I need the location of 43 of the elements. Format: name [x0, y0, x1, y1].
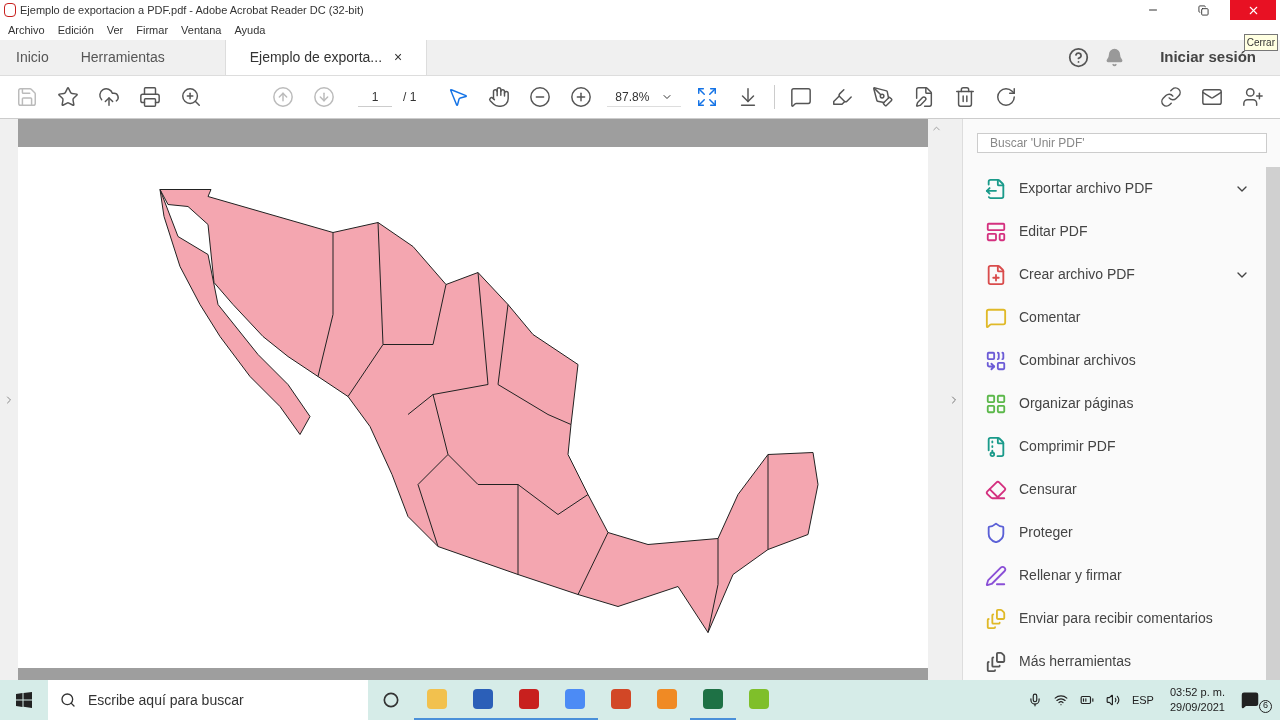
wifi-icon[interactable]	[1053, 693, 1068, 707]
tool-item[interactable]: Rellenar y firmar	[977, 554, 1266, 597]
tool-item[interactable]: Enviar para recibir comentarios	[977, 597, 1266, 640]
volume-icon[interactable]	[1105, 693, 1120, 707]
zoom-dropdown[interactable]: 87.8%	[607, 87, 682, 107]
search-icon	[60, 692, 76, 708]
tooltip: Cerrar	[1243, 34, 1278, 51]
tools-search-field[interactable]: Buscar 'Unir PDF'	[977, 133, 1267, 153]
tab[interactable]: Ejemplo de exporta... ×	[224, 40, 428, 75]
restore-icon	[1197, 4, 1209, 16]
menu-item[interactable]: Ver	[106, 21, 124, 39]
tool-item[interactable]: Más herramientas	[977, 640, 1266, 683]
tool-item[interactable]: Proteger	[977, 511, 1266, 554]
tool-item[interactable]: Censurar	[977, 468, 1266, 511]
window-title: Ejemplo de exportacion a PDF.pdf - Adobe Acrobat Reader DC (32-bit)	[20, 2, 365, 18]
tool-item[interactable]: Editar PDF	[977, 210, 1266, 253]
menu-item[interactable]: Archivo	[8, 21, 45, 39]
scrollbar[interactable]	[1266, 167, 1280, 683]
close-tab-icon[interactable]: ×	[394, 47, 403, 68]
tool-item[interactable]: Organizar páginas	[977, 382, 1266, 425]
notification-count: 6	[1259, 699, 1272, 713]
clock-date[interactable]: 29/09/2021	[1169, 700, 1225, 715]
app-icon	[4, 3, 16, 17]
battery-icon[interactable]	[1079, 693, 1094, 707]
menu-item[interactable]: Edición	[57, 21, 94, 39]
page-number-field[interactable]: 1	[358, 87, 392, 107]
tool-item[interactable]: Comentar	[977, 296, 1266, 339]
tool-item[interactable]: Combinar archivos	[977, 339, 1266, 382]
tool-item[interactable]: Comprimir PDF	[977, 425, 1266, 468]
help-icon[interactable]	[1068, 47, 1090, 68]
tool-item[interactable]: Exportar archivo PDF	[977, 167, 1266, 210]
taskbar-search-field[interactable]: Escribe aquí para buscar	[48, 680, 368, 720]
language-indicator[interactable]: ESP	[1131, 691, 1154, 709]
notifications-icon[interactable]	[1241, 691, 1259, 709]
tool-item[interactable]: Crear archivo PDF	[977, 253, 1266, 296]
menu-item[interactable]: Firmar	[136, 21, 169, 39]
clock-time[interactable]: 03:52 p. m.	[1169, 685, 1225, 700]
tab[interactable]: Herramientas	[64, 40, 181, 75]
menu-item[interactable]: Ventana	[181, 21, 222, 39]
menu-item[interactable]: Ayuda	[234, 21, 266, 39]
microphone-icon[interactable]	[1027, 693, 1042, 707]
page-total: / 1	[403, 89, 417, 106]
tab[interactable]: Inicio	[0, 40, 65, 75]
